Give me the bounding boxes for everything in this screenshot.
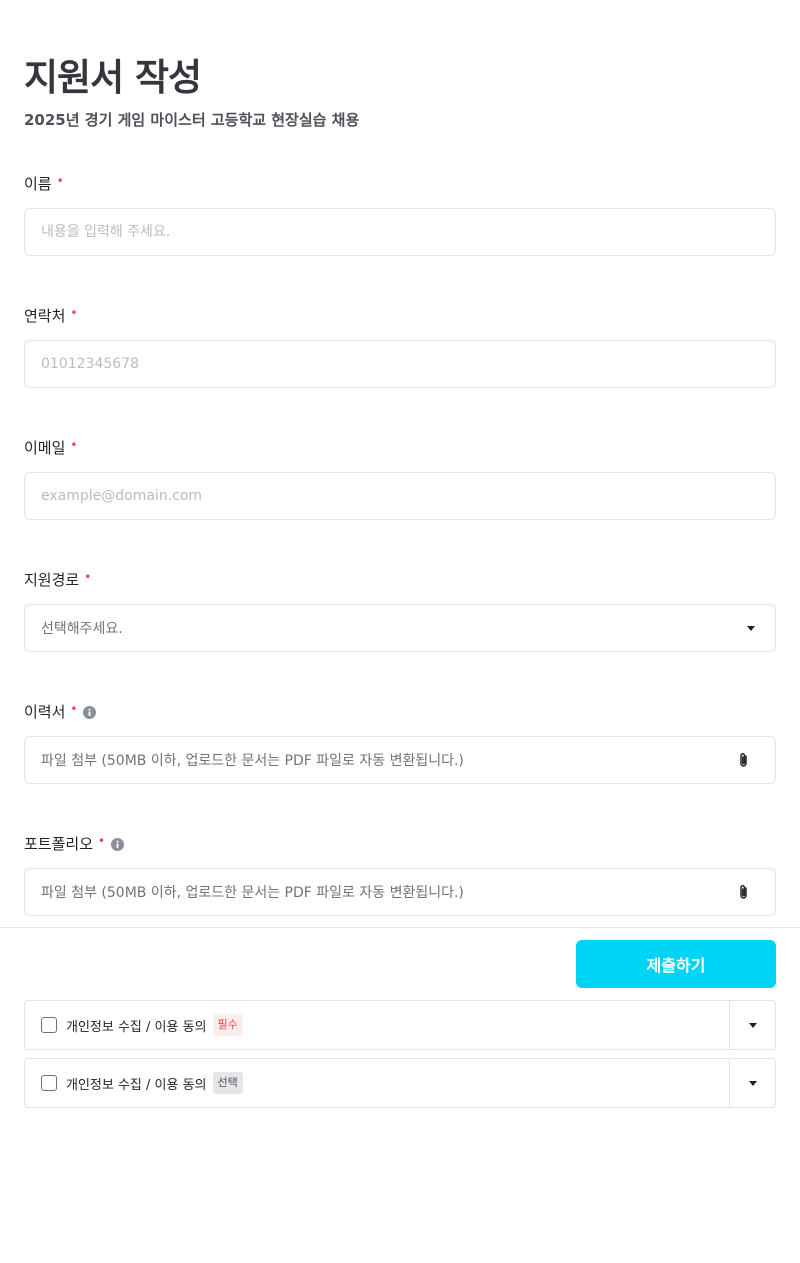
paperclip-icon [735, 751, 753, 769]
resume-file-hint: 파일 첨부 (50MB 이하, 업로드한 문서는 PDF 파일로 자동 변환됩니… [41, 753, 464, 769]
name-label: 이름 [24, 175, 52, 193]
consent-main: 개인정보 수집 / 이용 동의 선택 [25, 1059, 729, 1107]
info-icon[interactable] [111, 837, 125, 851]
email-field-box [24, 472, 776, 520]
portfolio-file-upload[interactable]: 파일 첨부 (50MB 이하, 업로드한 문서는 PDF 파일로 자동 변환됩니… [24, 868, 776, 916]
name-label-row: 이름 • [24, 174, 64, 194]
info-icon[interactable] [83, 705, 97, 719]
caret-down-icon [747, 625, 755, 631]
consent-label: 개인정보 수집 / 이용 동의 [66, 1019, 207, 1035]
consent-row-optional: 개인정보 수집 / 이용 동의 선택 [24, 1058, 776, 1108]
required-mark: • [70, 702, 78, 716]
email-label-row: 이메일 • [24, 438, 77, 458]
required-mark: • [70, 438, 78, 452]
resume-label-row: 이력서 • [24, 702, 97, 722]
required-mark: • [84, 570, 92, 584]
footer-divider [0, 927, 800, 928]
phone-field-box [24, 340, 776, 388]
name-field-box [24, 208, 776, 256]
consent-checkbox-optional[interactable] [41, 1075, 57, 1091]
portfolio-file-hint: 파일 첨부 (50MB 이하, 업로드한 문서는 PDF 파일로 자동 변환됩니… [41, 885, 464, 901]
required-mark: • [56, 174, 64, 188]
optional-badge: 선택 [212, 1072, 243, 1094]
portfolio-label-row: 포트폴리오 • [24, 834, 125, 854]
paperclip-icon [735, 883, 753, 901]
resume-file-upload[interactable]: 파일 첨부 (50MB 이하, 업로드한 문서는 PDF 파일로 자동 변환됩니… [24, 736, 776, 784]
consent-row-required: 개인정보 수집 / 이용 동의 필수 [24, 1000, 776, 1050]
required-mark: • [70, 306, 78, 320]
consent-expand-toggle[interactable] [729, 1001, 775, 1049]
source-label: 지원경로 [24, 571, 80, 589]
caret-down-icon [748, 1080, 757, 1086]
consent-main: 개인정보 수집 / 이용 동의 필수 [25, 1001, 729, 1049]
portfolio-label: 포트폴리오 [24, 835, 94, 853]
page-title: 지원서 작성 [24, 56, 202, 99]
submit-button[interactable]: 제출하기 [576, 940, 776, 988]
name-input[interactable] [41, 209, 759, 255]
email-input[interactable] [41, 473, 759, 519]
phone-label-row: 연락처 • [24, 306, 77, 326]
application-form-page: 지원서 작성 2025년 경기 게임 마이스터 고등학교 현장실습 채용 이름 … [0, 0, 800, 1263]
phone-input[interactable] [41, 341, 759, 387]
source-label-row: 지원경로 • [24, 570, 91, 590]
consent-label: 개인정보 수집 / 이용 동의 [66, 1077, 207, 1093]
caret-down-icon [748, 1022, 757, 1028]
email-label: 이메일 [24, 439, 66, 457]
resume-label: 이력서 [24, 703, 66, 721]
required-mark: • [98, 834, 106, 848]
page-subtitle: 2025년 경기 게임 마이스터 고등학교 현장실습 채용 [24, 111, 360, 129]
source-select[interactable]: 선택해주세요. [24, 604, 776, 652]
consent-expand-toggle[interactable] [729, 1059, 775, 1107]
consent-checkbox-required[interactable] [41, 1017, 57, 1033]
source-selected-value: 선택해주세요. [41, 621, 123, 637]
required-badge: 필수 [212, 1014, 243, 1036]
phone-label: 연락처 [24, 307, 66, 325]
